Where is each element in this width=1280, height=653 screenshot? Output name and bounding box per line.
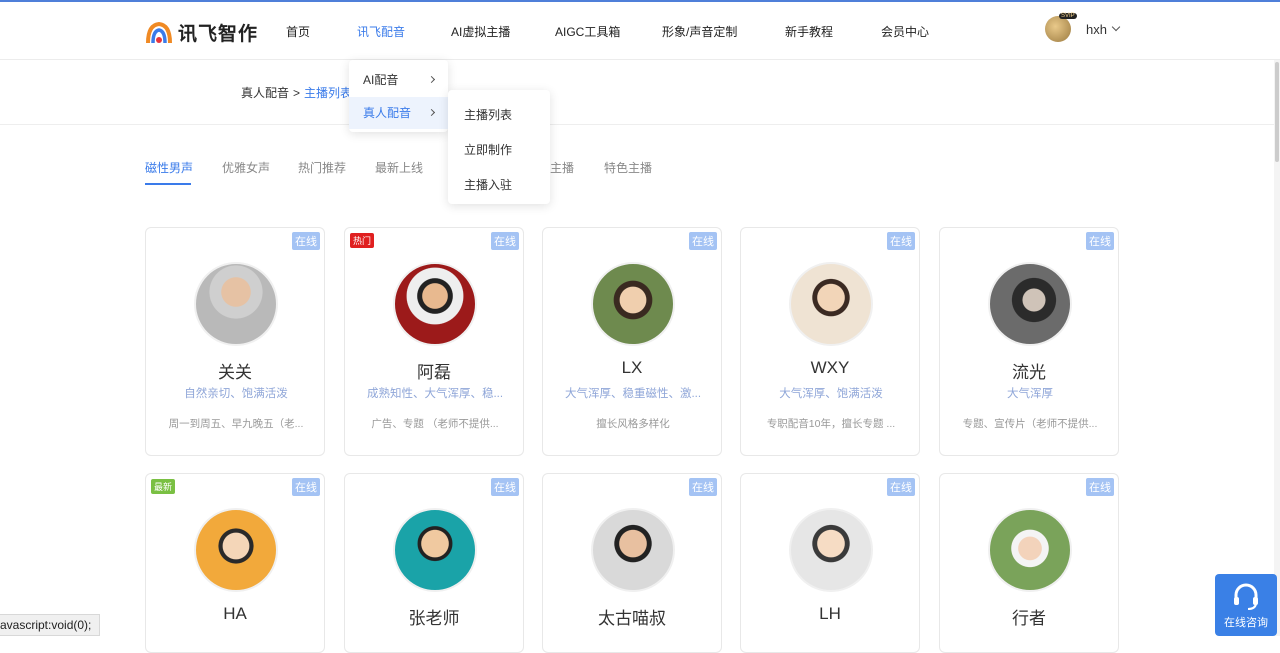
anchor-card-lx[interactable]: 在线 LX 大气浑厚、稳重磁性、激... 擅长风格多样化	[542, 227, 722, 456]
submenu-join[interactable]: 主播入驻	[464, 176, 512, 193]
online-badge: 在线	[689, 478, 717, 496]
online-badge: 在线	[1086, 478, 1114, 496]
user-menu[interactable]: SVIP hxh	[1045, 13, 1121, 42]
nav-dubbing[interactable]: 讯飞配音	[357, 23, 405, 40]
anchor-name: WXY	[810, 358, 850, 377]
tab-hot[interactable]: 热门推荐	[298, 159, 346, 176]
anchor-avatar	[591, 262, 675, 346]
anchor-note: 专题、宣传片（老师不提供...	[962, 418, 1098, 430]
anchor-style: 大气浑厚	[1007, 388, 1053, 400]
vip-badge: SVIP	[1059, 13, 1077, 19]
anchor-avatar	[789, 508, 873, 592]
submenu-make-now[interactable]: 立即制作	[464, 141, 512, 158]
online-badge: 在线	[491, 478, 519, 496]
anchor-card-zhang[interactable]: 在线 张老师	[344, 473, 524, 653]
dubbing-dropdown: AI配音 真人配音	[349, 60, 448, 132]
menu-human-dubbing[interactable]: 真人配音	[349, 97, 448, 129]
menu-human-dubbing-label: 真人配音	[363, 106, 412, 120]
breadcrumb: 真人配音 > 主播列表	[241, 84, 352, 101]
anchor-style: 自然亲切、饱满活泼	[184, 388, 288, 400]
anchor-card-ha[interactable]: 最新 在线 HA	[145, 473, 325, 653]
top-header: 讯飞智作 首页 讯飞配音 AI虚拟主播 AIGC工具箱 形象/声音定制 新手教程…	[0, 0, 1280, 60]
anchor-card-wxy[interactable]: 在线 WXY 大气浑厚、饱满活泼 专职配音10年，擅长专题 ...	[740, 227, 920, 456]
breadcrumb-current: 主播列表	[304, 86, 353, 100]
tab-featured[interactable]: 特色主播	[604, 159, 652, 176]
online-badge: 在线	[887, 478, 915, 496]
anchor-name: 流光	[1012, 363, 1046, 382]
online-badge: 在线	[292, 478, 320, 496]
breadcrumb-bar: 真人配音 > 主播列表	[0, 61, 1280, 125]
anchor-name: 阿磊	[417, 363, 451, 382]
online-badge: 在线	[491, 232, 519, 250]
anchor-name: HA	[223, 604, 247, 623]
anchor-avatar	[988, 508, 1072, 592]
online-badge: 在线	[292, 232, 320, 250]
online-badge: 在线	[887, 232, 915, 250]
logo-text: 讯飞智作	[178, 24, 259, 45]
tab-magnetic-male[interactable]: 磁性男声	[145, 159, 193, 176]
anchor-avatar	[393, 508, 477, 592]
tab-anchor[interactable]: 主播	[550, 159, 574, 176]
anchor-avatar	[194, 508, 278, 592]
status-bar: avascript:void(0);	[0, 614, 101, 636]
online-badge: 在线	[689, 232, 717, 250]
new-badge: 最新	[151, 479, 176, 494]
anchor-card-taigu[interactable]: 在线 太古喵叔	[542, 473, 722, 653]
anchor-card-liuguang[interactable]: 在线 流光 大气浑厚 专题、宣传片（老师不提供...	[939, 227, 1119, 456]
anchor-name: 张老师	[408, 609, 460, 628]
avatar[interactable]: SVIP	[1045, 13, 1077, 42]
anchor-card-alei[interactable]: 热门 在线 阿磊 成熟知性、大气浑厚、稳... 广告、专题 （老师不提供...	[344, 227, 524, 456]
menu-ai-dubbing[interactable]: AI配音	[349, 64, 448, 96]
nav-custom[interactable]: 形象/声音定制	[662, 23, 737, 40]
anchor-note: 擅长风格多样化	[596, 418, 670, 430]
anchor-style: 大气浑厚、饱满活泼	[779, 388, 883, 400]
chevron-right-icon	[427, 75, 436, 84]
anchor-name: 行者	[1012, 609, 1046, 628]
anchor-avatar	[988, 262, 1072, 346]
anchor-card-xingzhe[interactable]: 在线 行者	[939, 473, 1119, 653]
submenu-anchor-list[interactable]: 主播列表	[464, 106, 512, 123]
anchor-name: 关关	[218, 363, 252, 382]
online-consult-button[interactable]: 在线咨询	[1215, 574, 1277, 636]
anchor-note: 周一到周五、早九晚五（老...	[168, 418, 304, 430]
human-dubbing-submenu: 主播列表 立即制作 主播入驻	[448, 90, 550, 204]
nav-member[interactable]: 会员中心	[881, 23, 929, 40]
online-badge: 在线	[1086, 232, 1114, 250]
breadcrumb-separator: >	[293, 86, 301, 100]
scrollbar-thumb[interactable]	[1275, 62, 1279, 162]
anchor-name: 太古喵叔	[598, 609, 666, 628]
consult-label: 在线咨询	[1224, 617, 1268, 629]
anchor-style: 成熟知性、大气浑厚、稳...	[366, 388, 504, 400]
logo[interactable]: 讯飞智作	[145, 19, 258, 46]
user-name[interactable]: hxh	[1086, 22, 1107, 37]
tab-newest[interactable]: 最新上线	[375, 159, 423, 176]
logo-icon	[146, 21, 172, 43]
anchor-note: 广告、专题 （老师不提供...	[371, 418, 499, 430]
nav-home[interactable]: 首页	[286, 23, 310, 40]
hot-badge: 热门	[350, 233, 375, 248]
anchor-avatar	[393, 262, 477, 346]
anchor-name: LH	[819, 604, 841, 623]
anchor-card-lh[interactable]: 在线 LH	[740, 473, 920, 653]
headset-icon	[1234, 583, 1258, 610]
anchor-note: 专职配音10年，擅长专题 ...	[766, 418, 896, 430]
nav-ai-anchor[interactable]: AI虚拟主播	[451, 23, 510, 40]
anchor-avatar	[194, 262, 278, 346]
nav-tutorial[interactable]: 新手教程	[785, 23, 833, 40]
active-tab-indicator	[145, 183, 191, 185]
anchor-style: 大气浑厚、稳重磁性、激...	[564, 388, 702, 400]
breadcrumb-root[interactable]: 真人配音	[241, 86, 289, 100]
anchor-avatar	[789, 262, 873, 346]
anchor-name: LX	[621, 358, 643, 377]
chevron-right-icon	[427, 108, 436, 117]
anchor-card-guanguan[interactable]: 在线 关关 自然亲切、饱满活泼 周一到周五、早九晚五（老...	[145, 227, 325, 456]
tab-elegant-female[interactable]: 优雅女声	[222, 159, 270, 176]
anchor-avatar	[591, 508, 675, 592]
nav-aigc-tools[interactable]: AIGC工具箱	[555, 23, 620, 40]
chevron-down-icon[interactable]	[1111, 22, 1121, 32]
menu-ai-dubbing-label: AI配音	[363, 73, 399, 87]
